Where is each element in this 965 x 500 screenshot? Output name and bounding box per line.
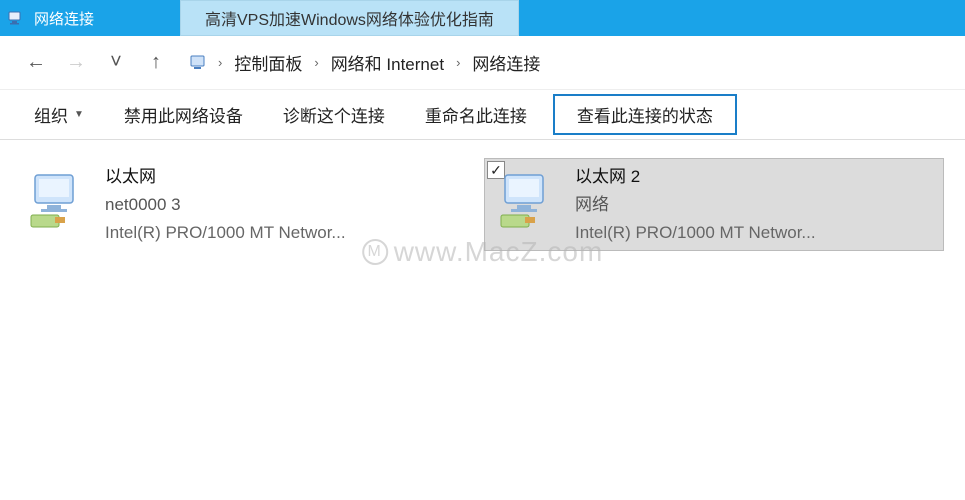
connection-status: 网络: [575, 193, 816, 217]
breadcrumb-sep: ›: [312, 55, 320, 70]
breadcrumb-sep: ›: [216, 55, 224, 70]
connection-item-ethernet[interactable]: 以太网 net0000 3 Intel(R) PRO/1000 MT Netwo…: [14, 158, 474, 251]
ethernet-adapter-icon: [23, 165, 93, 235]
control-panel-icon: [188, 52, 210, 74]
forward-button[interactable]: →: [58, 45, 94, 81]
connection-device: Intel(R) PRO/1000 MT Networ...: [575, 221, 816, 245]
crumb-network-internet[interactable]: 网络和 Internet: [327, 48, 448, 77]
network-connections-icon: [6, 8, 26, 28]
organize-menu[interactable]: 组织 ▼: [20, 96, 98, 133]
overlay-banner: 高清VPS加速Windows网络体验优化指南: [180, 0, 519, 36]
breadcrumb[interactable]: › 控制面板 › 网络和 Internet › 网络连接: [188, 48, 544, 77]
disable-device-button[interactable]: 禁用此网络设备: [110, 96, 257, 133]
connection-status: net0000 3: [105, 193, 346, 217]
crumb-control-panel[interactable]: 控制面板: [230, 48, 306, 77]
crumb-network-connections[interactable]: 网络连接: [468, 48, 544, 77]
command-toolbar: 组织 ▼ 禁用此网络设备 诊断这个连接 重命名此连接 查看此连接的状态: [0, 90, 965, 140]
up-button[interactable]: ↑: [138, 45, 174, 81]
connection-item-ethernet-2[interactable]: ✓ 以太网 2 网络 Intel(R) PRO/1000 MT Networ..…: [484, 158, 944, 251]
back-button[interactable]: ←: [18, 45, 54, 81]
ethernet-adapter-icon: [493, 165, 563, 235]
recent-locations-button[interactable]: ˅: [98, 45, 134, 81]
connections-list: 以太网 net0000 3 Intel(R) PRO/1000 MT Netwo…: [0, 140, 965, 269]
connection-details: 以太网 2 网络 Intel(R) PRO/1000 MT Networ...: [575, 165, 816, 244]
breadcrumb-sep: ›: [454, 55, 462, 70]
arrow-up-icon: ↑: [151, 51, 161, 74]
connection-details: 以太网 net0000 3 Intel(R) PRO/1000 MT Netwo…: [105, 165, 346, 244]
chevron-down-icon: ▼: [74, 109, 84, 120]
rename-connection-button[interactable]: 重命名此连接: [411, 96, 541, 133]
banner-text: 高清VPS加速Windows网络体验优化指南: [205, 6, 494, 30]
arrow-left-icon: ←: [26, 51, 46, 74]
connection-name: 以太网 2: [575, 165, 816, 189]
window-title: 网络连接: [34, 8, 94, 29]
diagnose-connection-button[interactable]: 诊断这个连接: [269, 96, 399, 133]
navigation-bar: ← → ˅ ↑ › 控制面板 › 网络和 Internet › 网络连接: [0, 36, 965, 90]
connection-device: Intel(R) PRO/1000 MT Networ...: [105, 221, 346, 245]
view-status-button[interactable]: 查看此连接的状态: [553, 94, 737, 135]
arrow-right-icon: →: [66, 51, 86, 74]
connection-name: 以太网: [105, 165, 346, 189]
chevron-down-icon: ˅: [110, 51, 122, 74]
organize-label: 组织: [34, 102, 68, 127]
